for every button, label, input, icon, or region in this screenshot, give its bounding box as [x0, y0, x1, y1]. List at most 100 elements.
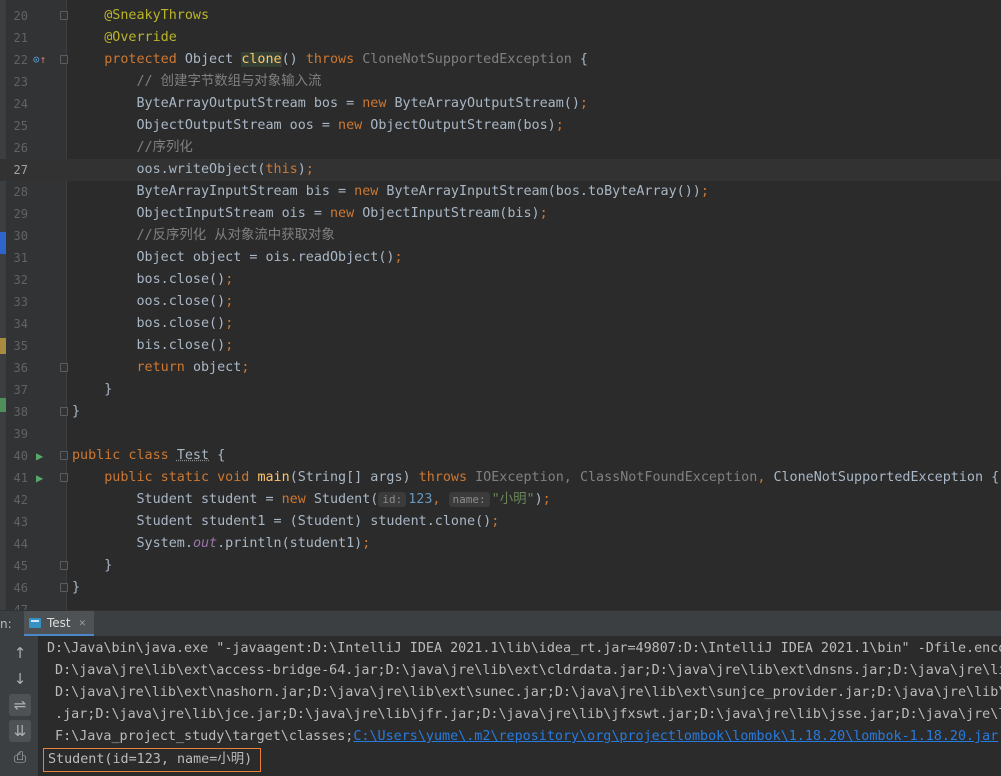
code-line-23[interactable]: 23 // 创建字节数组与对象输入流 [0, 71, 1001, 93]
line-number: 28 [13, 185, 28, 199]
fold-marker-icon[interactable] [60, 583, 68, 592]
fold-marker-icon[interactable] [60, 55, 68, 64]
scroll-to-end-icon[interactable]: ⇊ [9, 720, 31, 742]
code-text: //序列化 [72, 140, 193, 155]
code-text: Object object = ois.readObject(); [72, 250, 403, 265]
lombok-jar-link[interactable]: C:\Users\yume\.m2\repository\org\project… [353, 729, 998, 744]
console-line: D:\java\jre\lib\ext\nashorn.jar;D:\java\… [55, 685, 1001, 700]
code-line-34[interactable]: 34 bos.close(); [0, 313, 1001, 335]
fold-marker-icon[interactable] [60, 561, 68, 570]
code-text: // 创建字节数组与对象输入流 [72, 74, 322, 89]
line-number: 38 [13, 405, 28, 419]
run-tool-window-header: n: Test ✕ [0, 610, 1001, 637]
code-text: ObjectOutputStream oos = new ObjectOutpu… [72, 118, 564, 133]
code-text: oos.writeObject(this); [72, 162, 314, 177]
soft-wrap-icon[interactable]: ⇌ [9, 694, 31, 716]
code-text: } [72, 558, 113, 573]
code-text: ByteArrayOutputStream bos = new ByteArra… [72, 96, 588, 111]
line-number: 25 [13, 119, 28, 133]
code-line-38[interactable]: 38} [0, 401, 1001, 423]
code-line-30[interactable]: 30 //反序列化 从对象流中获取对象 [0, 225, 1001, 247]
fold-marker-icon[interactable] [60, 363, 68, 372]
line-number: 23 [13, 75, 28, 89]
fold-marker-icon[interactable] [60, 473, 68, 482]
console-toolbar: ↑ ↓ ⇌ ⇊ ⎙ [0, 636, 38, 776]
console-line: D:\java\jre\lib\ext\access-bridge-64.jar… [55, 663, 1001, 678]
line-number: 31 [13, 251, 28, 265]
code-text: return object; [72, 360, 250, 375]
code-line-46[interactable]: 46} [0, 577, 1001, 599]
line-number: 41 [13, 471, 28, 485]
code-line-24[interactable]: 24 ByteArrayOutputStream bos = new ByteA… [0, 93, 1001, 115]
code-text: protected Object clone() throws CloneNot… [72, 52, 588, 67]
fold-marker-icon[interactable] [60, 11, 68, 20]
console-result-line: Student(id=123, name=小明) [43, 748, 262, 772]
code-line-26[interactable]: 26 //序列化 [0, 137, 1001, 159]
code-text: bos.close(); [72, 272, 234, 287]
line-number: 29 [13, 207, 28, 221]
code-line-29[interactable]: 29 ObjectInputStream ois = new ObjectInp… [0, 203, 1001, 225]
code-line-32[interactable]: 32 bos.close(); [0, 269, 1001, 291]
code-line-21[interactable]: 21 @Override [0, 27, 1001, 49]
override-icon[interactable]: ⊙↑ [33, 49, 46, 71]
fold-marker-icon[interactable] [60, 407, 68, 416]
line-number: 22 [13, 53, 28, 67]
run-gutter-icon[interactable]: ▶ [36, 467, 43, 489]
arrow-up-icon[interactable]: ↑ [9, 642, 31, 664]
code-line-20[interactable]: 20 @SneakyThrows [0, 5, 1001, 27]
code-line-37[interactable]: 37 } [0, 379, 1001, 401]
code-line-28[interactable]: 28 ByteArrayInputStream bis = new ByteAr… [0, 181, 1001, 203]
code-line-47[interactable]: 47 [0, 599, 1001, 610]
line-number: 32 [13, 273, 28, 287]
console-line: D:\Java\bin\java.exe "-javaagent:D:\Inte… [47, 641, 1001, 656]
code-line-45[interactable]: 45 } [0, 555, 1001, 577]
line-number: 35 [13, 339, 28, 353]
code-text: @Override [72, 30, 177, 45]
code-line-44[interactable]: 44 System.out.println(student1); [0, 533, 1001, 555]
print-icon[interactable]: ⎙ [9, 746, 31, 768]
code-line-39[interactable]: 39 [0, 423, 1001, 445]
close-icon[interactable]: ✕ [79, 611, 86, 635]
code-text: public class Test { [72, 448, 226, 463]
line-number: 36 [13, 361, 28, 375]
code-text: Student student1 = (Student) student.clo… [72, 514, 500, 529]
console-tab-icon [29, 618, 41, 628]
code-line-35[interactable]: 35 bis.close(); [0, 335, 1001, 357]
code-text: } [72, 404, 81, 419]
line-number: 24 [13, 97, 28, 111]
run-gutter-icon[interactable]: ▶ [36, 445, 43, 467]
console-line: .jar;D:\java\jre\lib\jce.jar;D:\java\jre… [55, 707, 1001, 722]
code-line-25[interactable]: 25 ObjectOutputStream oos = new ObjectOu… [0, 115, 1001, 137]
code-line-41[interactable]: 41 public static void main(String[] args… [0, 467, 1001, 489]
code-text: ObjectInputStream ois = new ObjectInputS… [72, 206, 548, 221]
line-number: 30 [13, 229, 28, 243]
arrow-down-icon[interactable]: ↓ [9, 668, 31, 690]
console-output[interactable]: D:\Java\bin\java.exe "-javaagent:D:\Inte… [38, 636, 1001, 776]
line-number: 42 [13, 493, 28, 507]
code-line-43[interactable]: 43 Student student1 = (Student) student.… [0, 511, 1001, 533]
code-line-27[interactable]: 27 oos.writeObject(this); [0, 159, 1001, 181]
line-number: 26 [13, 141, 28, 155]
line-number: 33 [13, 295, 28, 309]
code-line-33[interactable]: 33 oos.close(); [0, 291, 1001, 313]
run-label: n: [0, 617, 12, 631]
code-line-36[interactable]: 36 return object; [0, 357, 1001, 379]
line-number: 43 [13, 515, 28, 529]
code-text: @SneakyThrows [72, 8, 210, 23]
line-number: 37 [13, 383, 28, 397]
code-text: } [72, 580, 81, 595]
code-line-42[interactable]: 42 Student student = new Student(id: 123,… [0, 489, 1001, 511]
tab-test[interactable]: Test ✕ [24, 611, 94, 637]
code-text: } [72, 382, 113, 397]
code-text: ByteArrayInputStream bis = new ByteArray… [72, 184, 709, 199]
code-text: bis.close(); [72, 338, 234, 353]
code-line-31[interactable]: 31 Object object = ois.readObject(); [0, 247, 1001, 269]
code-line-22[interactable]: 22 protected Object clone() throws Clone… [0, 49, 1001, 71]
code-text: System.out.println(student1); [72, 536, 371, 551]
code-text: bos.close(); [72, 316, 234, 331]
line-number: 27 [13, 163, 28, 177]
line-number: 20 [13, 9, 28, 23]
fold-marker-icon[interactable] [60, 451, 68, 460]
code-line-40[interactable]: 40 public class Test {▶ [0, 445, 1001, 467]
code-editor[interactable]: 20 @SneakyThrows 21 @Override 22 protected… [0, 0, 1001, 610]
